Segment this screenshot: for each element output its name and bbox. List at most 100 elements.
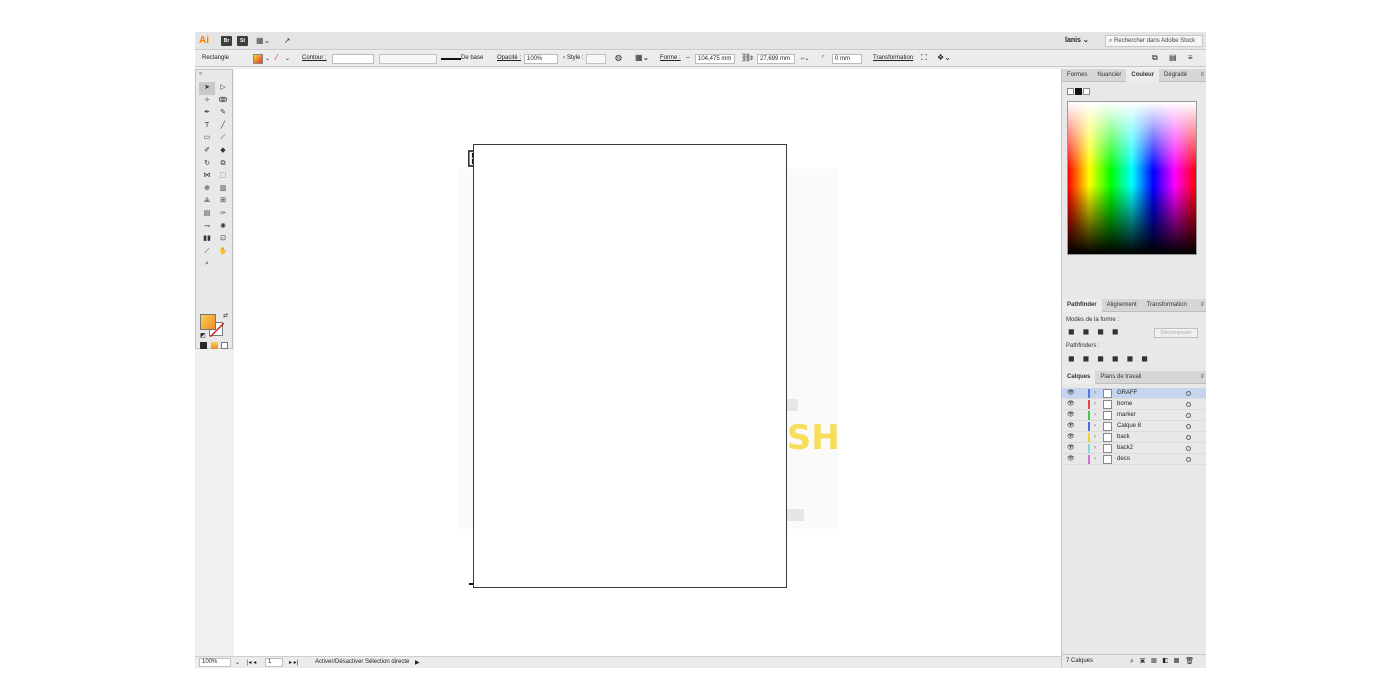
eyedropper-tool-icon[interactable]: ✑: [215, 208, 231, 221]
layer-row[interactable]: 👁 › marker: [1062, 410, 1206, 421]
expand-arrow-icon[interactable]: ›: [1094, 454, 1096, 465]
expand-button[interactable]: Décomposer: [1154, 328, 1198, 338]
shape-mode-buttons[interactable]: ◼◼◼◼: [1068, 327, 1127, 336]
artboard-tool-icon[interactable]: ⊡: [215, 233, 231, 246]
corner-radius-input[interactable]: 0 mm: [832, 54, 862, 64]
stroke-weight-label[interactable]: Contour :: [302, 55, 327, 61]
zoom-dropdown-icon[interactable]: ⌄: [235, 659, 240, 666]
curvature-tool-icon[interactable]: ✎: [215, 107, 231, 120]
align-grid-icon[interactable]: ▦⌄: [635, 53, 649, 62]
tab-couleur[interactable]: Couleur: [1126, 69, 1160, 82]
layer-target-icon[interactable]: [1186, 446, 1191, 451]
expand-arrow-icon[interactable]: ›: [1094, 443, 1096, 454]
zoom-level-field[interactable]: 100%: [199, 658, 231, 667]
width-tool-icon[interactable]: ⋈: [199, 170, 215, 183]
tab-formes[interactable]: Formes: [1062, 69, 1092, 82]
color-panel-menu-icon[interactable]: ≡: [1200, 72, 1204, 78]
variable-width-dropdown[interactable]: [379, 54, 437, 64]
line-tool-icon[interactable]: ╱: [215, 120, 231, 133]
lasso-tool-icon[interactable]: ↂ: [215, 95, 231, 108]
mesh-tool-icon[interactable]: ⊞: [215, 195, 231, 208]
width-input[interactable]: 104,475 mm: [695, 54, 735, 64]
layer-target-icon[interactable]: [1186, 413, 1191, 418]
expand-arrow-icon[interactable]: ›: [1094, 421, 1096, 432]
swap-fill-stroke-icon[interactable]: ⇄: [223, 312, 228, 319]
layer-target-icon[interactable]: [1186, 424, 1191, 429]
black-color-icon[interactable]: [1075, 88, 1082, 95]
color-spectrum[interactable]: [1067, 101, 1197, 255]
layer-name[interactable]: GRAFF: [1117, 388, 1137, 399]
layer-name[interactable]: deco: [1117, 454, 1130, 465]
fill-swatch[interactable]: [200, 314, 216, 330]
symbol-sprayer-tool-icon[interactable]: ✺: [215, 221, 231, 234]
type-tool-icon[interactable]: T: [199, 120, 215, 133]
visibility-eye-icon[interactable]: 👁: [1067, 388, 1075, 399]
arrange-icon[interactable]: ⧉: [1152, 53, 1158, 63]
layer-target-icon[interactable]: [1186, 435, 1191, 440]
next-artboard-icon[interactable]: ▸ ▸|: [289, 659, 298, 666]
layer-name[interactable]: borne: [1117, 399, 1132, 410]
tab-alignement[interactable]: Alignement: [1102, 299, 1142, 312]
free-transform-tool-icon[interactable]: ⬚: [215, 170, 231, 183]
tab-transformation[interactable]: Transformation: [1142, 299, 1192, 312]
bridge-button[interactable]: Br: [221, 36, 232, 46]
visibility-eye-icon[interactable]: 👁: [1067, 410, 1075, 421]
layer-name[interactable]: back: [1117, 432, 1130, 443]
user-menu[interactable]: lanis ⌄: [1065, 36, 1089, 44]
white-color-icon[interactable]: [1083, 88, 1090, 95]
workspace-layout-icon[interactable]: ▦⌄: [256, 36, 270, 45]
layer-row[interactable]: 👁 › Calque 8: [1062, 421, 1206, 432]
zoom-tool-icon[interactable]: ⌕: [199, 258, 215, 271]
opacity-dropdown-icon[interactable]: ›: [563, 55, 565, 61]
color-mode-color-icon[interactable]: [200, 342, 207, 349]
pen-tool-icon[interactable]: ✒: [199, 107, 215, 120]
layers-panel-menu-icon[interactable]: ≡: [1200, 374, 1204, 380]
stock-search-input[interactable]: ⌕ Rechercher dans Adobe Stock: [1105, 35, 1203, 47]
none-color-icon[interactable]: [1067, 88, 1074, 95]
expand-arrow-icon[interactable]: ›: [1094, 399, 1096, 410]
prev-artboard-icon[interactable]: |◂ ◂: [247, 659, 256, 666]
tab-calques[interactable]: Calques: [1062, 371, 1096, 384]
expand-arrow-icon[interactable]: ›: [1094, 388, 1096, 399]
gradient-mode-icon[interactable]: [210, 342, 218, 349]
opacity-input[interactable]: 100%: [524, 54, 558, 64]
visibility-eye-icon[interactable]: 👁: [1067, 443, 1075, 454]
fill-color-swatch[interactable]: [253, 54, 263, 64]
fill-dropdown-icon[interactable]: ⌄: [265, 55, 270, 62]
eraser-tool-icon[interactable]: ◆: [215, 145, 231, 158]
stroke-dropdown-icon[interactable]: ⌄: [285, 55, 290, 62]
layer-row[interactable]: 👁 › borne: [1062, 399, 1206, 410]
direct-selection-tool-icon[interactable]: ▷: [215, 82, 231, 95]
document-setup-icon[interactable]: ▤: [1169, 53, 1177, 62]
scale-tool-icon[interactable]: ⧉: [215, 158, 231, 171]
artboard[interactable]: [473, 144, 787, 588]
brush-definition-dropdown[interactable]: De base: [461, 55, 483, 61]
column-graph-tool-icon[interactable]: ▮▮: [199, 233, 215, 246]
layer-name[interactable]: back2: [1117, 443, 1133, 454]
pathfinder-buttons[interactable]: ◼◼◼◼◼◼: [1068, 354, 1156, 363]
hand-tool-icon[interactable]: ✋: [215, 246, 231, 259]
layer-name[interactable]: marker: [1117, 410, 1136, 421]
none-mode-icon[interactable]: [221, 342, 229, 349]
corner-type-icon[interactable]: ⌐⌄: [801, 55, 810, 62]
rectangle-tool-icon[interactable]: ▭: [199, 132, 215, 145]
transform-icon[interactable]: ⛶: [921, 53, 927, 63]
stock-button[interactable]: St: [237, 36, 248, 46]
tab-degrade[interactable]: Dégradé: [1159, 69, 1192, 82]
perspective-grid-tool-icon[interactable]: ⟁: [199, 195, 215, 208]
gpu-rocket-icon[interactable]: ➚: [284, 36, 291, 45]
visibility-eye-icon[interactable]: 👁: [1067, 399, 1075, 410]
graphic-style-dropdown[interactable]: [586, 54, 606, 64]
magic-wand-tool-icon[interactable]: ✧: [199, 95, 215, 108]
height-input[interactable]: 27,699 mm: [757, 54, 795, 64]
default-fill-stroke-icon[interactable]: ◩: [200, 332, 206, 339]
document-canvas[interactable]: BIDASSE Supply THE Street Jambon STRITAR…: [234, 69, 1061, 656]
expand-arrow-icon[interactable]: ›: [1094, 410, 1096, 421]
tab-pathfinder[interactable]: Pathfinder: [1062, 299, 1102, 312]
shape-builder-tool-icon[interactable]: ⊕: [199, 183, 215, 196]
stroke-weight-input[interactable]: [332, 54, 374, 64]
rotate-tool-icon[interactable]: ↻: [199, 158, 215, 171]
visibility-eye-icon[interactable]: 👁: [1067, 454, 1075, 465]
layer-row[interactable]: 👁 › back2: [1062, 443, 1206, 454]
selection-tool-icon[interactable]: ➤: [199, 82, 215, 95]
